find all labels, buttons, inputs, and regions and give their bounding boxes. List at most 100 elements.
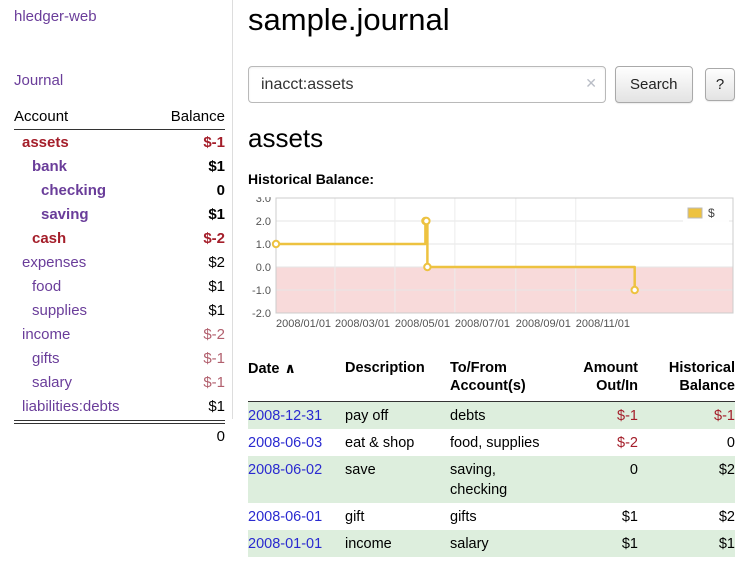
account-balance: $-1 <box>203 134 225 151</box>
register-header-date[interactable]: Date∧ <box>248 359 345 395</box>
transaction-description: save <box>345 460 450 500</box>
transaction-amount: $-2 <box>550 433 638 453</box>
app-title-link[interactable]: hledger-web <box>14 8 97 25</box>
sidebar-account-row[interactable]: food $1 <box>14 274 225 298</box>
search-bar: ✕ Search ? <box>248 66 735 103</box>
sidebar-account-row[interactable]: income $-2 <box>14 322 225 346</box>
transaction-date-link[interactable]: 2008-06-02 <box>248 462 322 478</box>
account-balance: $1 <box>208 398 225 415</box>
sort-ascending-icon: ∧ <box>284 360 295 376</box>
svg-text:2008/11/01: 2008/11/01 <box>576 318 630 330</box>
register-row: 2008-06-01 gift gifts $1 $2 <box>248 503 735 530</box>
account-link[interactable]: food <box>14 278 61 295</box>
account-link[interactable]: cash <box>14 230 66 247</box>
balance-chart: $3.0 2.0 1.0 0.0 -1.0 -2.0 2008/01/01 2008/03/0… <box>248 197 735 335</box>
sidebar-account-row[interactable]: checking 0 <box>14 178 225 202</box>
svg-text:$: $ <box>708 206 715 220</box>
sidebar-account-row[interactable]: cash $-2 <box>14 226 225 250</box>
register-header: Date∧ Description To/From Account(s) Amo… <box>248 359 735 402</box>
transaction-amount: 0 <box>550 460 638 500</box>
account-balance: $1 <box>208 158 225 175</box>
accounts-panel: Account Balance assets $-1 bank $1 check… <box>14 108 225 448</box>
sidebar-account-row[interactable]: liabilities:debts $1 <box>14 394 225 421</box>
account-balance: $-1 <box>203 350 225 367</box>
main-content: sample.journal ✕ Search ? assets Histori… <box>248 0 735 557</box>
account-balance: $1 <box>208 302 225 319</box>
accounts-header-balance: Balance <box>171 108 225 125</box>
transaction-date-link[interactable]: 2008-06-01 <box>248 509 322 525</box>
account-link[interactable]: supplies <box>14 302 87 319</box>
svg-text:0.0: 0.0 <box>256 262 271 274</box>
search-button[interactable]: Search <box>615 66 693 103</box>
transaction-accounts: saving, checking <box>450 460 550 500</box>
svg-text:2008/03/01: 2008/03/01 <box>335 318 390 330</box>
transaction-description: income <box>345 534 450 554</box>
sidebar-account-row[interactable]: bank $1 <box>14 154 225 178</box>
register-header-description[interactable]: Description <box>345 359 450 395</box>
register-table: Date∧ Description To/From Account(s) Amo… <box>248 359 735 557</box>
clear-search-icon[interactable]: ✕ <box>585 75 597 92</box>
transaction-balance: 0 <box>638 433 735 453</box>
search-input-wrap: ✕ <box>248 66 606 103</box>
account-balance: $2 <box>208 254 225 271</box>
accounts-header-account: Account <box>14 108 68 125</box>
transaction-description: eat & shop <box>345 433 450 453</box>
svg-text:2008/05/01: 2008/05/01 <box>395 318 450 330</box>
register-row: 2008-06-03 eat & shop food, supplies $-2… <box>248 429 735 456</box>
register-header-amount[interactable]: Amount Out/In <box>550 359 638 395</box>
account-heading: assets <box>248 123 735 154</box>
account-link[interactable]: liabilities:debts <box>14 398 120 415</box>
register-row: 2008-06-02 save saving, checking 0 $2 <box>248 456 735 503</box>
svg-text:-2.0: -2.0 <box>252 308 271 320</box>
accounts-total-value: 0 <box>217 428 225 445</box>
chart-title: Historical Balance: <box>248 171 735 187</box>
account-link[interactable]: checking <box>14 182 106 199</box>
help-button[interactable]: ? <box>705 68 735 101</box>
accounts-header: Account Balance <box>14 108 225 130</box>
sidebar-account-row[interactable]: assets $-1 <box>14 130 225 154</box>
sidebar-account-row[interactable]: salary $-1 <box>14 370 225 394</box>
transaction-balance: $2 <box>638 460 735 500</box>
account-balance: $-2 <box>203 326 225 343</box>
account-link[interactable]: assets <box>14 134 69 151</box>
transaction-amount: $1 <box>550 534 638 554</box>
svg-text:3.0: 3.0 <box>256 197 271 205</box>
svg-text:2008/01/01: 2008/01/01 <box>276 318 331 330</box>
svg-text:1.0: 1.0 <box>256 239 271 251</box>
search-input[interactable] <box>248 66 606 103</box>
sidebar-account-row[interactable]: supplies $1 <box>14 298 225 322</box>
transaction-accounts: gifts <box>450 507 550 527</box>
transaction-description: gift <box>345 507 450 527</box>
svg-text:2008/07/01: 2008/07/01 <box>455 318 510 330</box>
account-link[interactable]: income <box>14 326 70 343</box>
account-balance: $-1 <box>203 374 225 391</box>
transaction-date-link[interactable]: 2008-01-01 <box>248 536 322 552</box>
register-header-balance[interactable]: Historical Balance <box>638 359 735 395</box>
account-balance: $1 <box>208 206 225 223</box>
sidebar-account-row[interactable]: gifts $-1 <box>14 346 225 370</box>
svg-text:2.0: 2.0 <box>256 216 271 228</box>
register-row: 2008-12-31 pay off debts $-1 $-1 <box>248 402 735 429</box>
transaction-date-link[interactable]: 2008-06-03 <box>248 435 322 451</box>
account-balance: 0 <box>217 182 225 199</box>
account-link[interactable]: saving <box>14 206 89 223</box>
account-balance: $-2 <box>203 230 225 247</box>
register-header-accounts[interactable]: To/From Account(s) <box>450 359 550 395</box>
account-link[interactable]: bank <box>14 158 67 175</box>
nav-journal-link[interactable]: Journal <box>14 72 63 89</box>
transaction-amount: $1 <box>550 507 638 527</box>
sidebar-account-row[interactable]: saving $1 <box>14 202 225 226</box>
svg-text:-1.0: -1.0 <box>252 285 271 297</box>
account-link[interactable]: salary <box>14 374 72 391</box>
page-title: sample.journal <box>248 2 735 38</box>
register-row: 2008-01-01 income salary $1 $1 <box>248 530 735 557</box>
transaction-amount: $-1 <box>550 406 638 426</box>
account-link[interactable]: gifts <box>14 350 60 367</box>
transaction-date-link[interactable]: 2008-12-31 <box>248 408 322 424</box>
transaction-balance: $-1 <box>638 406 735 426</box>
transaction-accounts: food, supplies <box>450 433 550 453</box>
account-link[interactable]: expenses <box>14 254 86 271</box>
balance-chart-svg: $3.0 2.0 1.0 0.0 -1.0 -2.0 2008/01/01 2008/03/0… <box>248 197 735 335</box>
sidebar-account-row[interactable]: expenses $2 <box>14 250 225 274</box>
transaction-accounts: salary <box>450 534 550 554</box>
